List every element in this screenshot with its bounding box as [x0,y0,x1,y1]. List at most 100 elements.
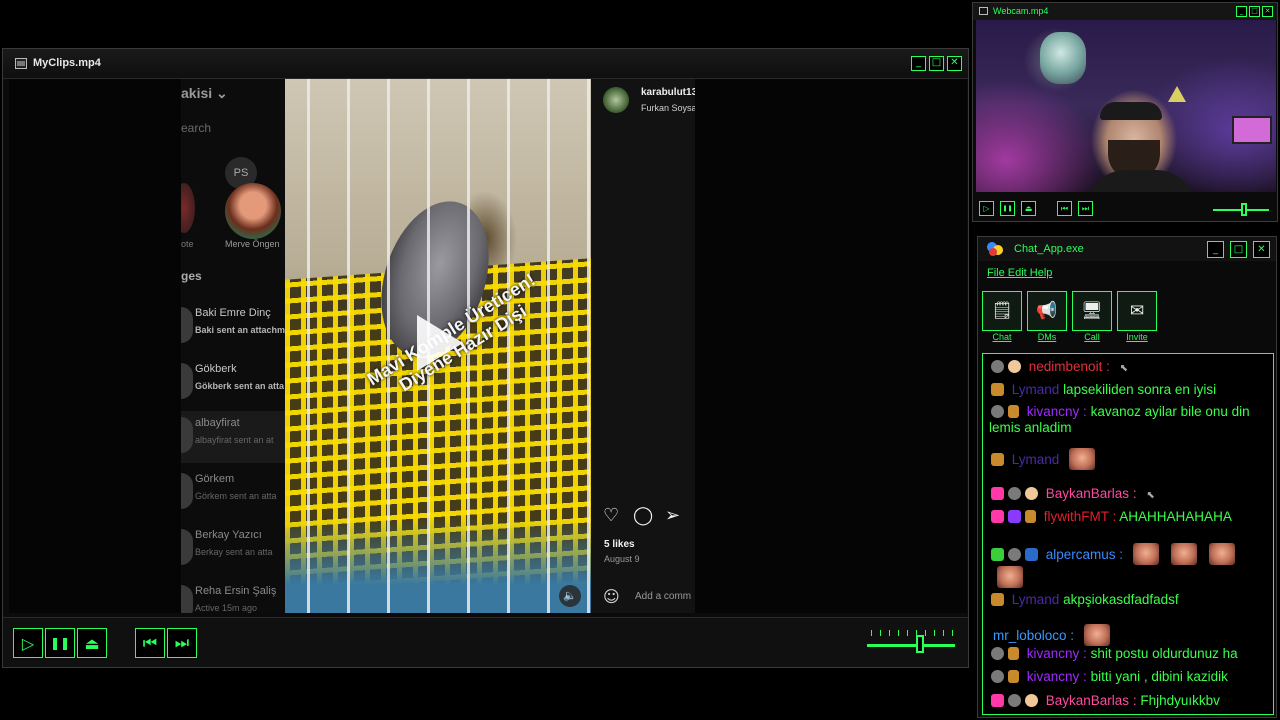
avatar [181,363,193,399]
previous-button[interactable]: ⏮ [1057,201,1072,216]
volume-slider-knob[interactable] [915,635,924,653]
dm-search-input[interactable]: earch [181,121,211,135]
maximize-button[interactable]: □ [929,56,944,71]
volume-tick [934,630,935,636]
minimize-button[interactable]: _ [1236,6,1247,17]
dm-thread[interactable]: albayfirat albayfirat sent an at [181,411,285,463]
eject-button[interactable]: ⏏ [1021,201,1036,216]
badge-icon [991,647,1004,660]
dm-thread[interactable]: Gökberk Gökberk sent an atta [181,357,285,409]
chat-message: mr_loboloco : [993,624,1116,646]
chat-username[interactable]: kivancny [1027,669,1080,684]
post-username[interactable]: karabulut13 [641,87,695,98]
menu-items[interactable]: File Edit Help [987,267,1052,279]
avatar [181,585,193,613]
chat-text: Fhjhdyuıkkbv [1140,693,1220,708]
separator: : [1079,646,1091,661]
next-button[interactable]: ⏭ [1078,201,1093,216]
close-button[interactable]: ✕ [947,56,962,71]
badge-icon [1008,647,1019,660]
play-button[interactable]: ▷ [13,628,43,658]
chat-username[interactable]: flywithFMT [1044,509,1109,524]
player-titlebar[interactable]: MyClips.mp4 _ □ ✕ [3,49,968,79]
badge-icon [991,405,1004,418]
next-button[interactable]: ⏭ [167,628,197,658]
cursor-icon: ⬉ [1119,363,1128,374]
call-tool-label[interactable]: Call [1072,332,1112,342]
thread-name: Baki Emre Dinç [195,307,271,319]
chat-username[interactable]: alpercamus [1046,547,1116,562]
invite-tool-button[interactable]: ✉ [1117,291,1157,331]
share-icon[interactable]: ➢ [665,505,680,526]
webcam-window: Webcam.mp4 _ □ ✕ ▷ ❚❚ ⏏ ⏮ ⏭ [972,2,1278,222]
maximize-button[interactable]: □ [1230,241,1247,258]
chat-username[interactable]: BaykanBarlas [1046,693,1129,708]
emote-icon [1083,624,1110,646]
dm-thread[interactable]: Baki Emre Dinç Baki sent an attachm [181,301,285,353]
chat-username[interactable]: kivancny [1027,404,1080,419]
play-icon[interactable] [417,315,463,371]
note-avatar[interactable] [181,183,195,233]
dm-thread[interactable]: Görkem Görkem sent an atta [181,467,285,519]
separator: : [1115,547,1127,562]
invite-tool-label[interactable]: Invite [1117,332,1157,342]
thread-name: Reha Ersin Şaliş [195,585,277,597]
eject-button[interactable]: ⏏ [77,628,107,658]
pause-button[interactable]: ❚❚ [45,628,75,658]
minimize-button[interactable]: _ [1207,241,1224,258]
chat-username[interactable]: Lymand [1012,592,1060,607]
emote-icon [997,566,1023,588]
pause-button[interactable]: ❚❚ [1000,201,1015,216]
volume-slider-knob[interactable] [1240,203,1247,216]
play-button[interactable]: ▷ [979,201,994,216]
volume-tick [889,630,890,636]
comment-input[interactable]: Add a comm [635,591,691,602]
badge-icon [1025,487,1038,500]
volume-slider-track[interactable] [867,644,955,647]
chat-username[interactable]: Lymand [1012,452,1060,467]
separator: : [1079,404,1091,419]
dms-tool-button[interactable]: 📢 [1027,291,1067,331]
chat-username[interactable]: nedimbenoit [1029,359,1103,374]
comment-icon[interactable]: ◯ [633,505,653,526]
chat-message: kivancny : kavanoz ayilar bile onu din [991,404,1250,420]
emoji-icon[interactable]: ☺ [603,587,620,606]
chat-text: bitti yani , dibini kazidik [1090,669,1228,684]
chevron-down-icon: ⌄ [216,85,228,101]
chat-username[interactable]: mr_loboloco [993,628,1067,643]
chat-titlebar[interactable]: Chat_App.exe _ □ ✕ [978,237,1276,261]
chat-username[interactable]: kivancny [1027,646,1080,661]
chat-menubar[interactable]: File Edit Help [987,267,1052,279]
video-screen[interactable]: akisi ⌄ earch PS ote Merve Öngen ges Bak… [9,79,967,613]
chat-tool-label[interactable]: Chat [982,332,1022,342]
minimize-button[interactable]: _ [911,56,926,71]
thread-preview: albayfirat sent an at [195,435,274,445]
chat-message: flywithFMT : AHAHHAHAHAHA [991,509,1232,525]
chat-username[interactable]: Lymand [1012,382,1060,397]
chat-log[interactable]: nedimbenoit : ⬉ Lymand lapsekiliden sonr… [982,353,1274,715]
note-avatar[interactable] [225,183,281,239]
like-count[interactable]: 5 likes [604,539,635,550]
avatar[interactable] [603,87,629,113]
emote-icon [1170,543,1197,565]
close-button[interactable]: ✕ [1262,6,1273,17]
call-tool-button[interactable]: 🖥 [1072,291,1112,331]
dm-thread[interactable]: Reha Ersin Şaliş Active 15m ago [181,579,285,613]
chat-tool-button[interactable]: 🗒 [982,291,1022,331]
post-side-panel: karabulut13 Furkan Soysa ♡ ◯ ➢ 5 likes A… [591,79,695,613]
close-button[interactable]: ✕ [1253,241,1270,258]
dms-tool-label[interactable]: DMs [1027,332,1067,342]
heart-icon[interactable]: ♡ [603,505,619,526]
reel-video[interactable]: Mavi Komple Üreticen! Diyene Hazır Dişi … [285,79,591,613]
webcam-titlebar[interactable]: Webcam.mp4 _ □ ✕ [973,3,1277,20]
previous-button[interactable]: ⏮ [135,628,165,658]
chat-username[interactable]: BaykanBarlas [1046,486,1129,501]
separator: : [1129,486,1141,501]
chat-icon: 🗒 [991,301,1013,321]
separator: : [1079,669,1091,684]
dm-account-name[interactable]: akisi ⌄ [181,85,228,102]
speaker-icon[interactable]: 🔈 [559,585,581,607]
maximize-button[interactable]: □ [1249,6,1260,17]
chat-message: BaykanBarlas : Fhjhdyuıkkbv [991,693,1220,709]
dm-thread[interactable]: Berkay Yazıcı Berkay sent an atta [181,523,285,575]
